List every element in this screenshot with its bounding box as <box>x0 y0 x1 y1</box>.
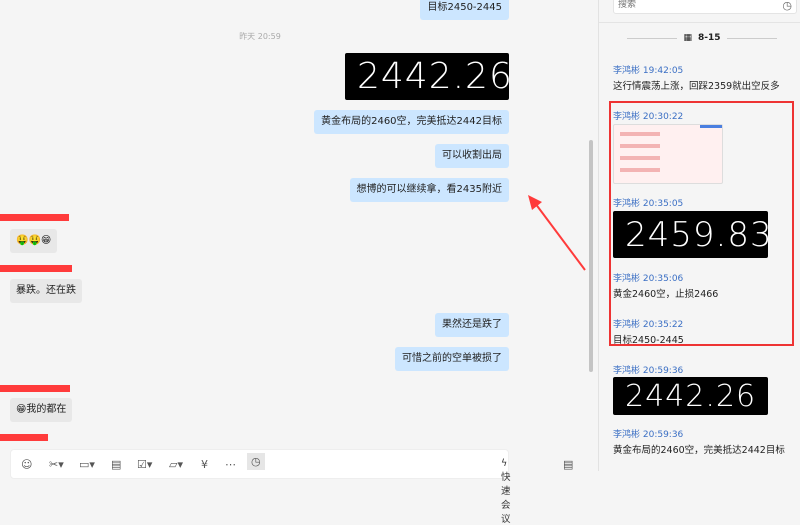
task-icon[interactable]: ☑▾ <box>137 458 152 471</box>
message-bubble[interactable]: 😁我的都在 <box>10 398 73 422</box>
search-input[interactable] <box>618 0 768 10</box>
date-divider: ▦ 8-15 <box>627 33 778 43</box>
history-icon[interactable]: ◷ <box>247 453 265 470</box>
chat-history-panel: ◷ ▦ 8-15 李鸿彬 19:42:05 这行情震荡上涨，回踩2359就出空反… <box>598 0 800 471</box>
price-image[interactable]: 2459.83 <box>613 211 772 258</box>
entry-meta: 李鸿彬 20:59:36 <box>613 430 684 440</box>
message-bubble[interactable]: 🤑🤑😁 <box>10 229 58 253</box>
redacted-name <box>0 214 69 221</box>
entry-text: 黄金布局的2460空，完美抵达2442目标 <box>613 445 785 456</box>
redacted-name <box>0 385 70 392</box>
entry-meta: 李鸿彬 19:42:05 <box>613 66 684 76</box>
clock-icon[interactable]: ◷ <box>782 0 792 12</box>
message-bubble[interactable]: 黄金布局的2460空，完美抵达2442目标 <box>314 110 509 134</box>
entry-meta: 李鸿彬 20:35:05 <box>613 199 684 209</box>
price-image[interactable]: 2442.26 <box>613 377 768 415</box>
message-bubble[interactable]: 果然还是跌了 <box>435 313 509 337</box>
scrollbar[interactable] <box>589 140 593 372</box>
entry-meta: 李鸿彬 20:59:36 <box>613 366 684 376</box>
red-arrow-annotation <box>528 195 586 271</box>
message-bubble[interactable]: 目标2450-2445 <box>420 0 509 20</box>
message-bubble[interactable]: 暴跌。还在跌 <box>10 279 82 303</box>
redacted-name <box>0 265 72 272</box>
message-bubble[interactable]: 想博的可以继续拿，看2435附近 <box>349 178 509 202</box>
screenshot-thumbnail[interactable] <box>613 124 723 184</box>
emoji-icon[interactable]: ☺ <box>21 458 32 471</box>
scissors-icon[interactable]: ✂▾ <box>49 458 64 471</box>
folder-icon[interactable]: ▱▾ <box>169 458 183 471</box>
image-icon[interactable]: ▭▾ <box>79 458 95 471</box>
date-label: 8-15 <box>698 33 721 43</box>
message-bubble[interactable]: 可惜之前的空单被损了 <box>395 347 509 371</box>
entry-text: 黄金2460空，止损2466 <box>613 289 719 300</box>
entry-text: 目标2450-2445 <box>613 335 684 346</box>
red-packet-icon[interactable]: ¥ <box>201 458 208 471</box>
entry-text: 这行情震荡上涨，回踩2359就出空反多 <box>613 81 780 92</box>
quick-meeting-button[interactable]: ϟ 快速会议 <box>501 458 511 525</box>
entry-meta: 李鸿彬 20:35:22 <box>613 320 684 330</box>
message-bubble[interactable]: 可以收割出局 <box>435 144 509 168</box>
price-image[interactable]: 2442.26 <box>345 53 512 100</box>
entry-meta: 李鸿彬 20:35:06 <box>613 274 684 284</box>
document-icon[interactable]: ▤ <box>111 458 121 471</box>
search-box[interactable]: ◷ <box>613 0 797 14</box>
more-icon[interactable]: ⋯ <box>225 458 236 471</box>
timestamp: 昨天 20:59 <box>239 32 281 41</box>
sidebar-icon[interactable]: ▤ <box>563 458 573 471</box>
input-toolbar: ☺ ✂▾ ▭▾ ▤ ☑▾ ▱▾ ¥ ⋯ ◷ ϟ 快速会议 ▤ <box>10 449 573 525</box>
entry-meta: 李鸿彬 20:30:22 <box>613 112 684 122</box>
redacted-name <box>0 434 48 441</box>
calendar-icon: ▦ <box>683 33 692 43</box>
quick-meeting-label: 快速会议 <box>501 472 511 525</box>
